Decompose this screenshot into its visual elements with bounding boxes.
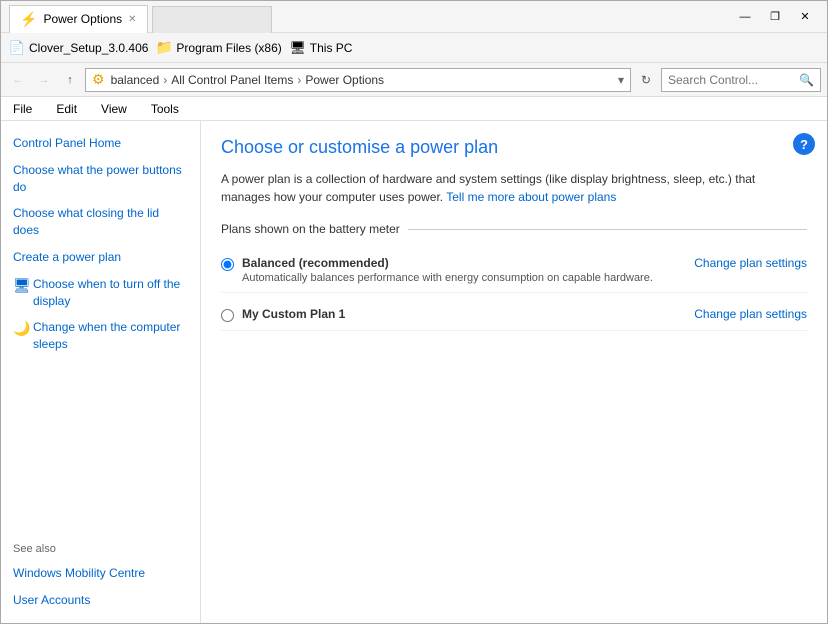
plan-info-balanced: Balanced (recommended) Automatically bal… xyxy=(242,256,653,284)
tell-me-more-link[interactable]: Tell me more about power plans xyxy=(446,190,616,204)
plan-radio-area-balanced: Balanced (recommended) Automatically bal… xyxy=(221,256,674,284)
sidebar-turn-off-display-label: Choose when to turn off the display xyxy=(33,276,188,310)
change-plan-link-custom[interactable]: Change plan settings xyxy=(674,307,807,321)
fav-program-files-label: Program Files (x86) xyxy=(176,41,281,55)
fav-item-this-pc[interactable]: 🖥 This PC xyxy=(290,40,353,56)
section-header-text: Plans shown on the battery meter xyxy=(221,222,400,236)
forward-button[interactable]: → xyxy=(33,69,55,91)
path-power-options[interactable]: Power Options xyxy=(305,73,384,87)
sidebar-computer-sleeps-label: Change when the computer sleeps xyxy=(33,319,188,353)
plan-option-balanced: Balanced (recommended) Automatically bal… xyxy=(221,246,807,293)
search-box: 🔍 xyxy=(661,68,821,92)
main-panel: ? Choose or customise a power plan A pow… xyxy=(201,121,827,623)
sidebar-turn-off-display[interactable]: 🖥 Choose when to turn off the display xyxy=(9,274,192,312)
change-plan-link-balanced[interactable]: Change plan settings xyxy=(674,256,807,270)
sidebar-user-accounts[interactable]: User Accounts xyxy=(9,590,192,611)
path-sep-2: › xyxy=(297,73,301,87)
window: ⚡ Power Options ✕ — ❐ ✕ 📄 Clover_Setup_3… xyxy=(0,0,828,624)
sidebar-computer-sleeps[interactable]: 🌙 Change when the computer sleeps xyxy=(9,317,192,355)
fav-this-pc-label: This PC xyxy=(310,41,353,55)
help-button[interactable]: ? xyxy=(793,133,815,155)
back-button[interactable]: ← xyxy=(7,69,29,91)
menu-view[interactable]: View xyxy=(97,100,131,118)
minimize-button[interactable]: — xyxy=(731,7,759,27)
menu-file[interactable]: File xyxy=(9,100,36,118)
refresh-button[interactable]: ↻ xyxy=(635,69,657,91)
plan-info-custom: My Custom Plan 1 xyxy=(242,307,345,321)
content-area: Control Panel Home Choose what the power… xyxy=(1,121,827,623)
fav-item-clover[interactable]: 📄 Clover_Setup_3.0.406 xyxy=(9,40,148,56)
path-home-icon: ⚙ xyxy=(92,71,105,88)
plan-radio-balanced[interactable] xyxy=(221,258,234,271)
close-button[interactable]: ✕ xyxy=(791,7,819,27)
favorites-bar: 📄 Clover_Setup_3.0.406 📁 Program Files (… xyxy=(1,33,827,63)
plan-name-balanced: Balanced (recommended) xyxy=(242,256,653,270)
sidebar-power-buttons[interactable]: Choose what the power buttons do xyxy=(9,160,192,198)
search-input[interactable] xyxy=(668,73,795,87)
new-tab-area xyxy=(152,6,272,34)
title-bar-left: ⚡ Power Options ✕ xyxy=(9,0,731,34)
section-header: Plans shown on the battery meter xyxy=(221,222,807,236)
plan-option-custom: My Custom Plan 1 Change plan settings xyxy=(221,297,807,331)
sidebar-mobility-centre[interactable]: Windows Mobility Centre xyxy=(9,563,192,584)
menu-edit[interactable]: Edit xyxy=(52,100,81,118)
control-panel-home-label: Control Panel Home xyxy=(13,135,121,152)
window-controls: — ❐ ✕ xyxy=(731,7,819,27)
menu-bar: File Edit View Tools xyxy=(1,97,827,121)
monitor-small-icon: 🖥 xyxy=(13,276,29,296)
main-description: A power plan is a collection of hardware… xyxy=(221,170,801,206)
sidebar-control-panel-home[interactable]: Control Panel Home xyxy=(9,133,192,154)
title-bar: ⚡ Power Options ✕ — ❐ ✕ xyxy=(1,1,827,33)
folder-icon: 📁 xyxy=(156,40,172,56)
moon-icon: 🌙 xyxy=(13,319,29,339)
mobility-centre-label: Windows Mobility Centre xyxy=(13,565,145,582)
path-sep-1: › xyxy=(163,73,167,87)
fav-item-program-files[interactable]: 📁 Program Files (x86) xyxy=(156,40,281,56)
path-all-items[interactable]: All Control Panel Items xyxy=(171,73,293,87)
sidebar-closing-lid[interactable]: Choose what closing the lid does xyxy=(9,203,192,241)
plan-name-custom: My Custom Plan 1 xyxy=(242,307,345,321)
plan-radio-area-custom: My Custom Plan 1 xyxy=(221,307,674,322)
see-also-title: See also xyxy=(9,541,192,557)
monitor-icon: 🖥 xyxy=(290,40,306,56)
address-bar: ← → ↑ ⚙ balanced › All Control Panel Ite… xyxy=(1,63,827,97)
menu-tools[interactable]: Tools xyxy=(147,100,183,118)
active-tab[interactable]: ⚡ Power Options ✕ xyxy=(9,5,148,33)
user-accounts-label: User Accounts xyxy=(13,592,90,609)
plan-radio-custom[interactable] xyxy=(221,309,234,322)
fav-clover-label: Clover_Setup_3.0.406 xyxy=(29,41,148,55)
power-options-tab-icon: ⚡ xyxy=(20,11,37,28)
address-path[interactable]: ⚙ balanced › All Control Panel Items › P… xyxy=(85,68,631,92)
file-icon: 📄 xyxy=(9,40,25,56)
page-title: Choose or customise a power plan xyxy=(221,137,807,158)
tab-close-button[interactable]: ✕ xyxy=(128,14,136,25)
section-header-line xyxy=(408,229,807,230)
sidebar-power-buttons-label: Choose what the power buttons do xyxy=(13,162,188,196)
restore-button[interactable]: ❐ xyxy=(761,7,789,27)
sidebar-create-plan-label: Create a power plan xyxy=(13,249,121,266)
path-control-panel[interactable]: balanced xyxy=(111,73,160,87)
active-tab-label: Power Options xyxy=(43,12,122,26)
sidebar-closing-lid-label: Choose what closing the lid does xyxy=(13,205,188,239)
search-icon[interactable]: 🔍 xyxy=(799,73,814,87)
plan-desc-balanced: Automatically balances performance with … xyxy=(242,272,653,284)
up-button[interactable]: ↑ xyxy=(59,69,81,91)
path-dropdown-arrow[interactable]: ▾ xyxy=(618,73,624,87)
sidebar-create-plan[interactable]: Create a power plan xyxy=(9,247,192,268)
sidebar: Control Panel Home Choose what the power… xyxy=(1,121,201,623)
